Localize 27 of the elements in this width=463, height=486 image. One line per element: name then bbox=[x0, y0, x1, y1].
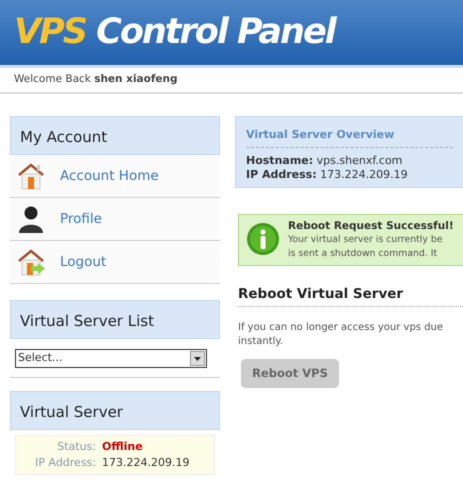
description-text: If you can no longer access your vps due bbox=[238, 321, 444, 336]
logo: VPS Control Panel bbox=[14, 15, 335, 50]
panel-heading: My Account bbox=[10, 116, 220, 155]
overview-line: Hostname: vps.shenxf.com bbox=[246, 154, 404, 168]
panel-heading: Virtual Server bbox=[10, 391, 220, 430]
field-value: Offline bbox=[102, 439, 143, 455]
menu-link[interactable]: Logout bbox=[10, 241, 220, 284]
field-label: Status: bbox=[56, 439, 96, 455]
panel-heading: Virtual Server List bbox=[10, 300, 220, 339]
alert-title: Reboot Request Successful! bbox=[288, 219, 454, 233]
dropdown-icon bbox=[190, 351, 205, 366]
field-value: 173.224.209.19 bbox=[102, 455, 190, 471]
welcome-text: Welcome Back shen xiaofeng bbox=[0, 68, 463, 94]
description-text: instantly. bbox=[238, 335, 284, 350]
overview-line: IP Address: 173.224.209.19 bbox=[246, 168, 409, 182]
alert-text: Your virtual server is currently be bbox=[288, 233, 444, 247]
menu-link[interactable]: Account Home bbox=[10, 155, 220, 198]
section-title: Reboot Virtual Server bbox=[238, 284, 463, 308]
overview-title: Virtual Server Overview bbox=[246, 127, 453, 148]
server-select[interactable]: Select... bbox=[15, 349, 207, 368]
logout-icon bbox=[16, 248, 46, 276]
house-icon bbox=[16, 162, 46, 190]
person-icon bbox=[16, 205, 46, 233]
info-icon bbox=[246, 222, 280, 256]
alert-text: is sent a shutdown command. It bbox=[288, 247, 438, 261]
field-label: IP Address: bbox=[34, 455, 96, 471]
menu-link[interactable]: Profile bbox=[10, 198, 220, 241]
